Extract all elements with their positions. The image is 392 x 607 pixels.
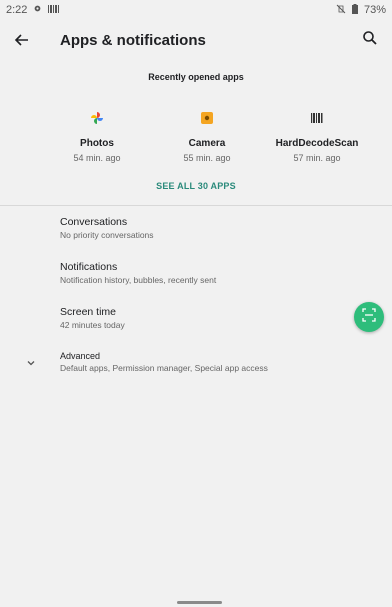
app-bar: Apps & notifications (0, 20, 392, 60)
see-all-apps-button[interactable]: SEE ALL 30 APPS (0, 181, 392, 191)
item-title: Advanced (60, 351, 101, 361)
recent-app-photos[interactable]: Photos 54 min. ago (52, 108, 142, 163)
item-title: Conversations (60, 216, 128, 228)
recent-app-camera[interactable]: Camera 55 min. ago (162, 108, 252, 163)
scan-icon (362, 307, 376, 327)
recent-app-harddecodescan[interactable]: HardDecodeScan 57 min. ago (272, 108, 362, 163)
recent-apps-row: Photos 54 min. ago Camera 55 min. ago Ha… (0, 108, 392, 163)
item-title: Notifications (60, 261, 118, 273)
barcode-icon (307, 108, 327, 128)
app-last-used: 57 min. ago (293, 153, 341, 163)
app-last-used: 55 min. ago (183, 153, 231, 163)
page-title: Apps & notifications (60, 31, 206, 49)
settings-list: Conversations No priority conversations … (0, 206, 392, 386)
back-arrow-icon[interactable] (12, 30, 32, 50)
photos-icon (87, 108, 107, 128)
battery-icon (351, 3, 358, 17)
settings-item-notifications[interactable]: Notifications Notification history, bubb… (0, 251, 392, 296)
recent-apps-heading: Recently opened apps (148, 72, 244, 82)
settings-gear-icon (33, 4, 42, 16)
status-bar: 2:22 73% (0, 0, 392, 20)
app-name: Camera (188, 138, 226, 149)
item-subtitle: Default apps, Permission manager, Specia… (60, 363, 268, 373)
gesture-nav-handle[interactable] (177, 601, 222, 604)
camera-icon (197, 108, 217, 128)
battery-percent: 73% (363, 4, 386, 16)
no-sim-icon (336, 4, 346, 17)
chevron-down-icon (26, 355, 38, 367)
app-name: Photos (80, 138, 114, 149)
item-subtitle: No priority conversations (60, 230, 154, 240)
item-subtitle: Notification history, bubbles, recently … (60, 275, 217, 285)
app-name: HardDecodeScan (275, 138, 359, 149)
scan-fab-button[interactable] (354, 302, 384, 332)
search-icon[interactable] (362, 30, 382, 50)
settings-item-advanced[interactable]: Advanced Default apps, Permission manage… (0, 341, 392, 386)
status-time: 2:22 (6, 4, 28, 16)
settings-item-conversations[interactable]: Conversations No priority conversations (0, 206, 392, 251)
barcode-status-icon (48, 4, 60, 16)
app-last-used: 54 min. ago (73, 153, 121, 163)
settings-item-screen-time[interactable]: Screen time 42 minutes today (0, 296, 392, 341)
item-title: Screen time (60, 306, 117, 318)
item-subtitle: 42 minutes today (60, 320, 125, 330)
